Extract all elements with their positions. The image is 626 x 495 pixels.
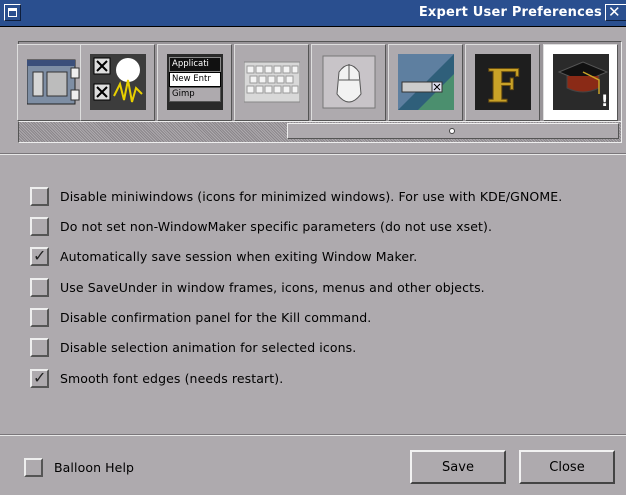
window-title: Expert User Preferences	[418, 5, 602, 20]
close-icon: ✕	[608, 3, 621, 21]
panel-scrollbar[interactable]	[18, 122, 622, 143]
checkbox[interactable]	[30, 368, 49, 388]
top-divider	[0, 153, 626, 155]
font-icon: F	[475, 54, 531, 110]
panel-window-focus[interactable]	[80, 44, 155, 121]
panel-expert-user[interactable]: !	[543, 44, 618, 121]
save-button[interactable]: Save	[410, 450, 506, 484]
balloon-help-label: Balloon Help	[54, 460, 135, 475]
option-label: Do not set non-WindowMaker specific para…	[60, 218, 493, 234]
bottom-divider	[0, 434, 626, 436]
panel-keyboard[interactable]	[234, 44, 309, 121]
checkbox[interactable]	[30, 186, 49, 206]
title-bar[interactable]: Expert User Preferences ✕	[0, 0, 626, 27]
menu-preferences-icon: Applicati New Entr Gimp	[167, 54, 223, 110]
option-autosave-session[interactable]: Automatically save session when exiting …	[30, 246, 417, 266]
option-saveunder[interactable]: Use SaveUnder in window frames, icons, m…	[30, 277, 485, 297]
workspace-icon	[398, 54, 454, 110]
menu-line-3: Gimp	[169, 87, 221, 102]
balloon-help-checkbox[interactable]	[24, 458, 43, 477]
font-icon-letter: F	[487, 59, 520, 110]
close-button[interactable]: Close	[519, 450, 615, 484]
checkbox[interactable]	[30, 307, 49, 327]
option-no-xset[interactable]: Do not set non-WindowMaker specific para…	[30, 216, 492, 236]
window-handling-icon	[27, 59, 80, 105]
scrollbar-thumb[interactable]	[287, 123, 619, 139]
option-label: Disable miniwindows (icons for minimized…	[60, 188, 563, 204]
option-label: Smooth font edges (needs restart).	[60, 370, 284, 386]
expert-user-icon: !	[553, 54, 609, 110]
panel-workspace[interactable]	[388, 44, 463, 121]
checkbox[interactable]	[30, 216, 49, 236]
option-label: Disable confirmation panel for the Kill …	[60, 309, 372, 325]
close-window-button[interactable]: ✕	[605, 3, 626, 21]
checkbox[interactable]	[30, 337, 49, 357]
mouse-icon	[322, 55, 376, 109]
checkbox[interactable]	[30, 277, 49, 297]
option-label: Disable selection animation for selected…	[60, 339, 357, 355]
keyboard-icon	[244, 61, 300, 103]
preference-panel-strip: Applicati New Entr Gimp F !	[17, 41, 622, 122]
miniaturize-button[interactable]	[4, 4, 21, 21]
option-smooth-fonts[interactable]: Smooth font edges (needs restart).	[30, 368, 283, 388]
option-label: Automatically save session when exiting …	[60, 248, 418, 264]
checkbox[interactable]	[30, 246, 49, 266]
panel-mouse[interactable]	[311, 44, 386, 121]
window-focus-icon	[90, 54, 146, 110]
panel-font[interactable]: F	[465, 44, 540, 121]
option-disable-miniwindows[interactable]: Disable miniwindows (icons for minimized…	[30, 186, 562, 206]
miniaturize-icon	[8, 8, 17, 17]
panel-menu-preferences[interactable]: Applicati New Entr Gimp	[157, 44, 232, 121]
scrollbar-grip-icon	[449, 128, 455, 134]
option-label: Use SaveUnder in window frames, icons, m…	[60, 279, 485, 295]
option-disable-selection-animation[interactable]: Disable selection animation for selected…	[30, 337, 356, 357]
option-disable-kill-confirm[interactable]: Disable confirmation panel for the Kill …	[30, 307, 371, 327]
balloon-help-toggle[interactable]: Balloon Help	[24, 458, 134, 477]
menu-line-2: New Entr	[169, 72, 221, 87]
menu-line-1: Applicati	[169, 57, 221, 72]
expert-mark: !	[601, 91, 608, 110]
